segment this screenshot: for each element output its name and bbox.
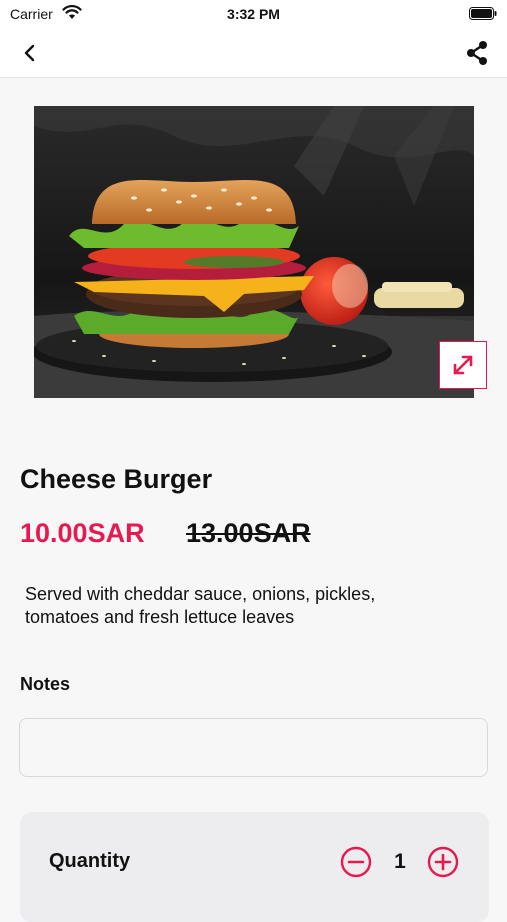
battery-icon — [469, 7, 497, 25]
expand-icon — [453, 355, 473, 375]
back-button[interactable] — [14, 38, 46, 68]
status-bar: Carrier 3:32 PM — [0, 0, 507, 28]
decrease-quantity-button[interactable] — [340, 846, 372, 878]
plus-circle-icon — [427, 846, 459, 878]
product-price: 10.00SAR — [20, 518, 145, 548]
navigation-bar — [0, 28, 507, 78]
burger-photo — [34, 106, 474, 398]
product-old-price: 13.00SAR — [186, 518, 311, 548]
product-image — [34, 106, 474, 398]
quantity-label: Quantity — [49, 850, 131, 872]
share-button[interactable] — [461, 38, 493, 68]
product-title: Cheese Burger — [20, 464, 213, 494]
notes-label: Notes — [20, 674, 71, 694]
increase-quantity-button[interactable] — [427, 846, 459, 878]
product-description: Served with cheddar sauce, onions, pickl… — [25, 584, 376, 627]
minus-circle-icon — [340, 846, 372, 878]
quantity-card: Quantity 1 — [20, 812, 489, 922]
notes-input[interactable] — [20, 719, 487, 776]
expand-image-button[interactable] — [439, 341, 487, 389]
status-time: 3:32 PM — [227, 6, 280, 22]
quantity-value: 1 — [394, 850, 406, 873]
chevron-left-icon — [24, 44, 35, 62]
notes-field[interactable] — [19, 718, 488, 777]
share-icon — [467, 41, 487, 65]
